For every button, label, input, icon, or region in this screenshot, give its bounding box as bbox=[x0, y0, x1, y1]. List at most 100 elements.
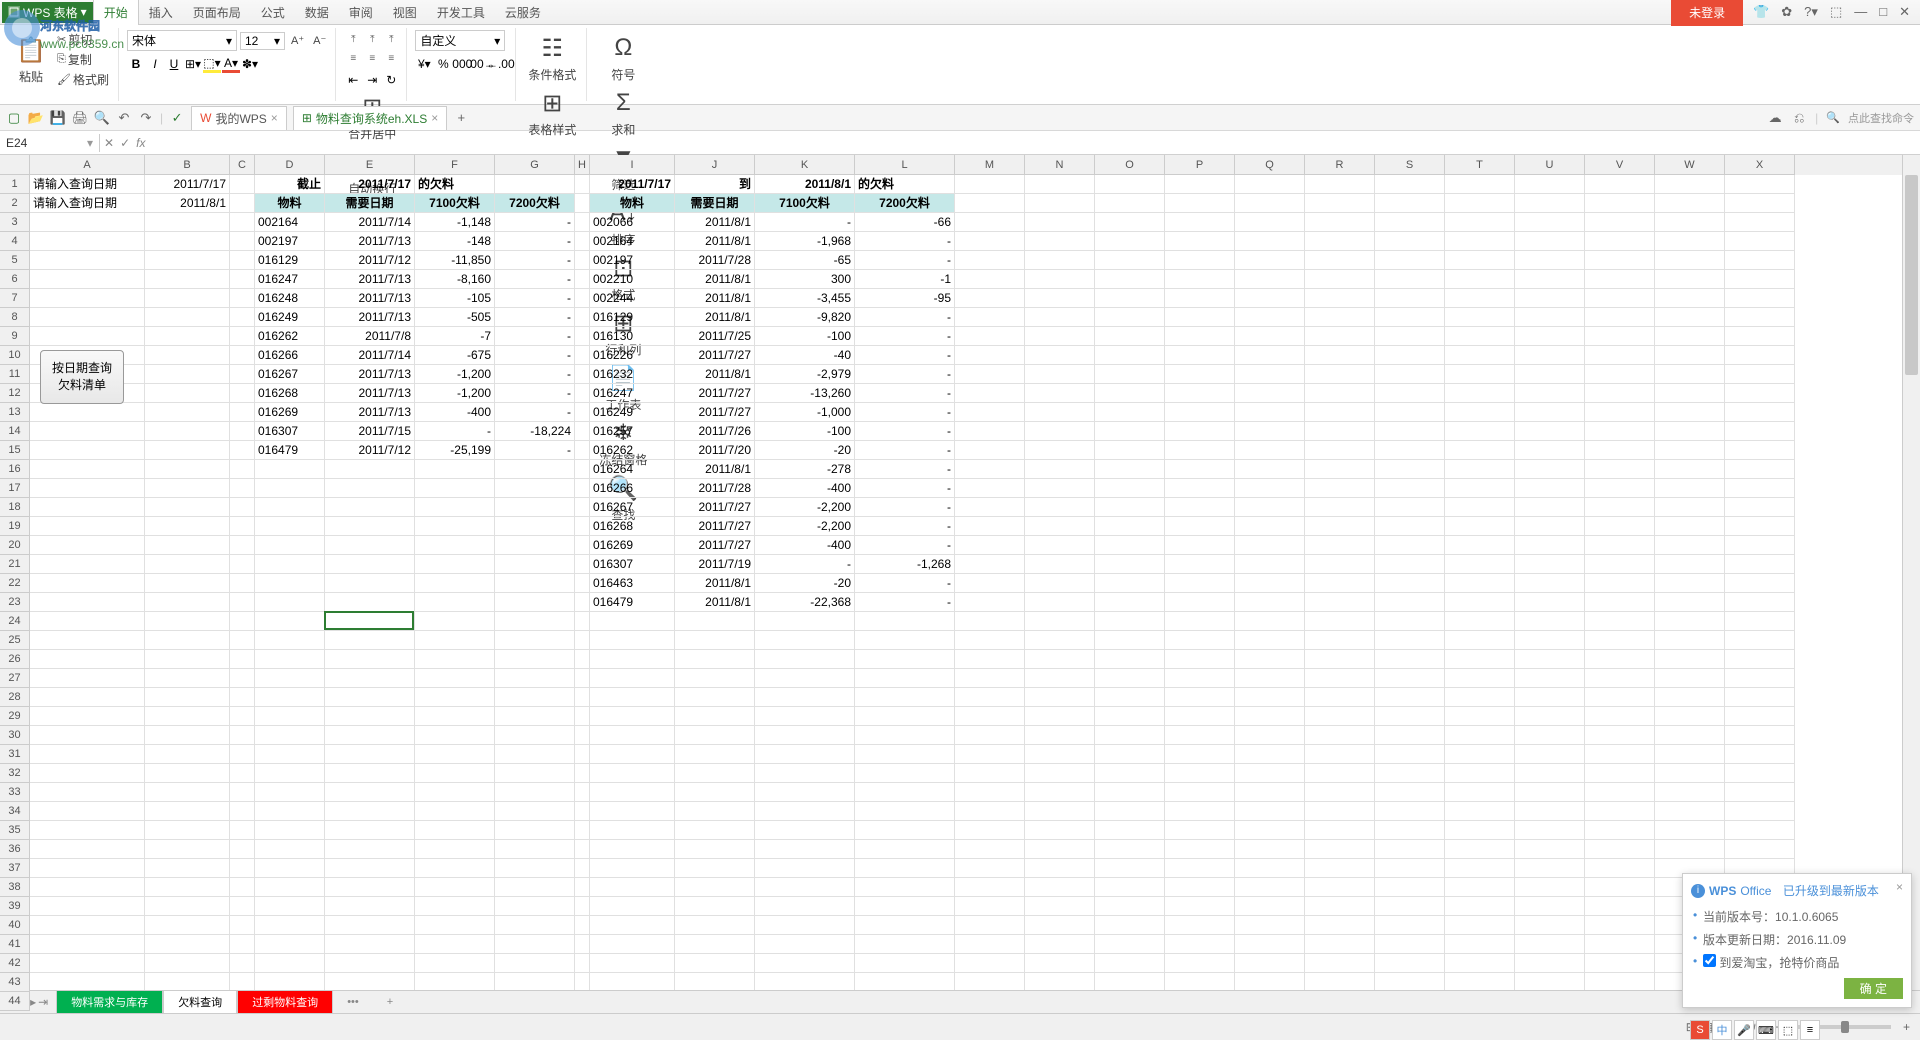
indent-inc-button[interactable]: ⇥ bbox=[363, 71, 381, 89]
cell[interactable] bbox=[30, 935, 145, 954]
cell[interactable] bbox=[30, 764, 145, 783]
cell[interactable] bbox=[1025, 289, 1095, 308]
cell[interactable] bbox=[230, 802, 255, 821]
row-header[interactable]: 22 bbox=[0, 574, 30, 593]
cell[interactable] bbox=[1515, 745, 1585, 764]
font-size-combo[interactable]: 12▾ bbox=[240, 32, 285, 50]
cell[interactable] bbox=[325, 878, 415, 897]
row-header[interactable]: 6 bbox=[0, 270, 30, 289]
cell[interactable] bbox=[325, 859, 415, 878]
cell[interactable]: -3,455 bbox=[755, 289, 855, 308]
cell[interactable]: - bbox=[495, 308, 575, 327]
cell[interactable] bbox=[1375, 821, 1445, 840]
cell[interactable] bbox=[1445, 574, 1515, 593]
cell[interactable] bbox=[955, 194, 1025, 213]
cell[interactable] bbox=[575, 536, 590, 555]
cell[interactable]: - bbox=[755, 213, 855, 232]
cell[interactable] bbox=[495, 707, 575, 726]
cell[interactable] bbox=[675, 707, 755, 726]
cell[interactable] bbox=[1305, 783, 1375, 802]
cell[interactable] bbox=[1235, 707, 1305, 726]
cell[interactable] bbox=[495, 802, 575, 821]
cell[interactable]: 7200欠料 bbox=[855, 194, 955, 213]
cell[interactable] bbox=[1235, 916, 1305, 935]
cell[interactable] bbox=[30, 745, 145, 764]
cell[interactable] bbox=[1445, 669, 1515, 688]
cell[interactable] bbox=[1235, 897, 1305, 916]
cell[interactable] bbox=[590, 631, 675, 650]
cell[interactable] bbox=[415, 954, 495, 973]
row-header[interactable]: 37 bbox=[0, 859, 30, 878]
cell[interactable] bbox=[575, 194, 590, 213]
cell[interactable] bbox=[675, 783, 755, 802]
cell[interactable] bbox=[145, 384, 230, 403]
cell[interactable]: 请输入查询日期 bbox=[30, 194, 145, 213]
cell[interactable] bbox=[1585, 859, 1655, 878]
cell[interactable]: - bbox=[855, 232, 955, 251]
cell[interactable]: - bbox=[855, 384, 955, 403]
cell[interactable] bbox=[1585, 479, 1655, 498]
cell[interactable] bbox=[1445, 403, 1515, 422]
cell[interactable] bbox=[1025, 308, 1095, 327]
cell[interactable] bbox=[1235, 821, 1305, 840]
col-header[interactable]: E bbox=[325, 155, 415, 175]
cell[interactable] bbox=[1025, 422, 1095, 441]
cell[interactable]: 2011/8/1 bbox=[675, 289, 755, 308]
cell[interactable] bbox=[1515, 289, 1585, 308]
cell[interactable] bbox=[1095, 954, 1165, 973]
cell[interactable] bbox=[1165, 593, 1235, 612]
cell[interactable] bbox=[1445, 479, 1515, 498]
cell[interactable] bbox=[1235, 688, 1305, 707]
cell[interactable] bbox=[415, 612, 495, 631]
cell[interactable]: -2,200 bbox=[755, 498, 855, 517]
cell[interactable] bbox=[1375, 441, 1445, 460]
cell[interactable] bbox=[1305, 840, 1375, 859]
symbol-button[interactable]: Ω符号 bbox=[603, 30, 643, 85]
cell[interactable] bbox=[325, 954, 415, 973]
cell[interactable] bbox=[1375, 517, 1445, 536]
cell[interactable] bbox=[1095, 688, 1165, 707]
cell[interactable] bbox=[145, 802, 230, 821]
cell[interactable] bbox=[590, 688, 675, 707]
cell[interactable] bbox=[1445, 707, 1515, 726]
cell[interactable] bbox=[1375, 384, 1445, 403]
cell[interactable] bbox=[1235, 403, 1305, 422]
cell[interactable]: 2011/8/1 bbox=[675, 213, 755, 232]
cell[interactable] bbox=[495, 688, 575, 707]
cell[interactable] bbox=[855, 631, 955, 650]
cell[interactable]: 到 bbox=[675, 175, 755, 194]
cell[interactable] bbox=[1375, 308, 1445, 327]
cell[interactable] bbox=[955, 764, 1025, 783]
cell[interactable] bbox=[575, 574, 590, 593]
cell[interactable] bbox=[1165, 403, 1235, 422]
cell[interactable] bbox=[1305, 327, 1375, 346]
cell[interactable] bbox=[1025, 346, 1095, 365]
cell[interactable] bbox=[495, 954, 575, 973]
cell[interactable] bbox=[230, 574, 255, 593]
cell[interactable] bbox=[1235, 878, 1305, 897]
cell[interactable] bbox=[1165, 498, 1235, 517]
cell[interactable] bbox=[1095, 194, 1165, 213]
col-header[interactable]: N bbox=[1025, 155, 1095, 175]
cell[interactable] bbox=[1515, 897, 1585, 916]
cell[interactable] bbox=[1305, 422, 1375, 441]
cell[interactable] bbox=[415, 650, 495, 669]
cell[interactable]: 2011/7/27 bbox=[675, 498, 755, 517]
sum-button[interactable]: Σ求和 bbox=[603, 85, 643, 140]
cell[interactable] bbox=[1165, 479, 1235, 498]
menu-tab-1[interactable]: 插入 bbox=[139, 0, 183, 25]
cell[interactable] bbox=[575, 878, 590, 897]
cell[interactable] bbox=[1655, 460, 1725, 479]
cell[interactable] bbox=[495, 612, 575, 631]
cell[interactable] bbox=[855, 897, 955, 916]
cell[interactable] bbox=[255, 878, 325, 897]
cell[interactable] bbox=[1585, 460, 1655, 479]
cell[interactable] bbox=[230, 840, 255, 859]
cell[interactable]: -1,200 bbox=[415, 384, 495, 403]
row-header[interactable]: 2 bbox=[0, 194, 30, 213]
indent-dec-button[interactable]: ⇤ bbox=[344, 71, 362, 89]
cell[interactable] bbox=[1445, 783, 1515, 802]
row-header[interactable]: 43 bbox=[0, 973, 30, 992]
cell[interactable] bbox=[145, 650, 230, 669]
cell[interactable]: 截止 bbox=[255, 175, 325, 194]
